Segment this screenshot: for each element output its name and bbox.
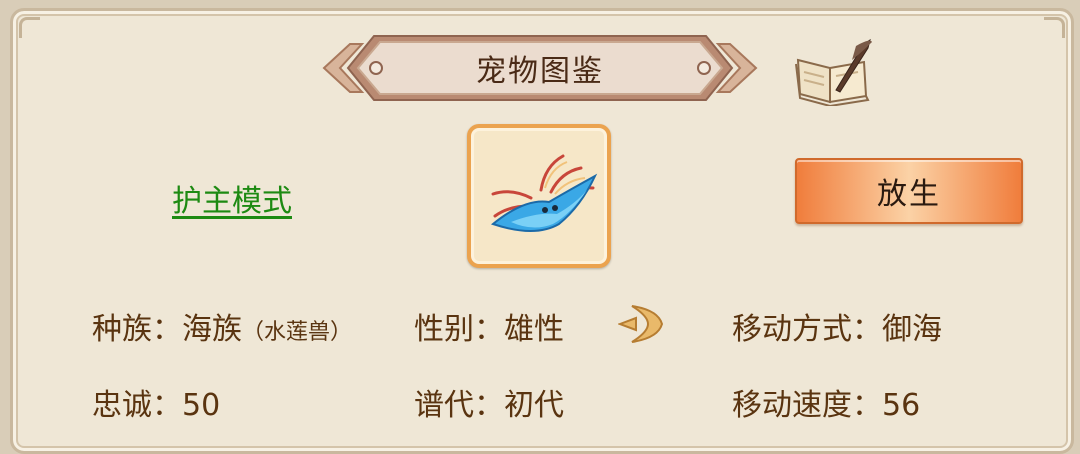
pet-portrait[interactable] [467,124,611,268]
lineage-value: 初代 [504,388,564,423]
move-type-label: 移动方式： [732,312,882,347]
corner-ornament [1044,17,1065,38]
move-speed-value: 56 [882,388,921,423]
move-speed-field: 移动速度：56 [732,380,920,424]
race-sub-open: （ [242,320,265,345]
gender-arrow-icon[interactable] [617,302,670,346]
race-sub-close: ） [330,320,353,345]
move-speed-label: 移动速度： [732,388,882,423]
race-value: 海族 [182,312,242,347]
manta-ray-pet-icon [490,154,598,232]
move-type-field: 移动方式：御海 [732,304,942,348]
loyalty-label: 忠诚： [92,388,182,423]
move-type-value: 御海 [882,312,942,347]
corner-ornament [19,17,40,38]
guard-mode-link[interactable]: 护主模式 [172,176,292,220]
lineage-field: 谱代：初代 [414,380,564,424]
gender-field: 性别：雄性 [414,304,564,348]
loyalty-value: 50 [182,388,221,423]
lineage-label: 谱代： [414,388,504,423]
race-sub-value: 水莲兽 [264,320,331,345]
book-quill-icon[interactable] [792,38,876,108]
page-title: 宠物图鉴 [476,54,604,89]
title-plaque: 宠物图鉴 [322,30,758,106]
release-button[interactable]: 放生 [795,158,1023,224]
race-field: 种族：海族（水莲兽） [92,304,352,348]
race-label: 种族： [92,312,182,347]
gender-value: 雄性 [504,312,564,347]
gender-label: 性别： [414,312,504,347]
loyalty-field: 忠诚：50 [92,380,220,424]
